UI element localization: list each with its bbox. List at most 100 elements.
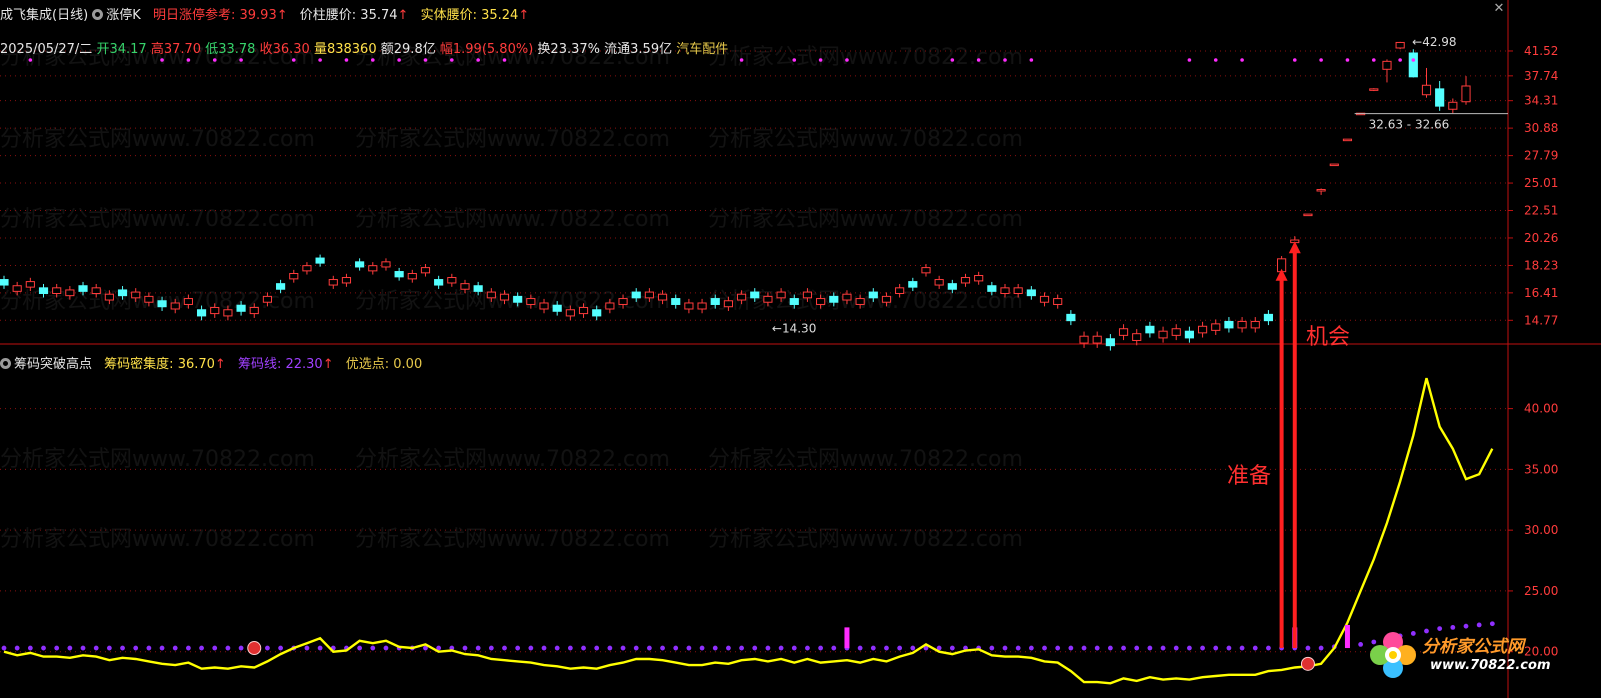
chip-line-dot — [989, 645, 995, 651]
site-logo: 分析家公式网 www.70822.com — [1366, 628, 1556, 688]
candle-body — [1237, 320, 1247, 329]
candle-body — [1369, 88, 1379, 91]
volume-label: 量 — [313, 42, 327, 57]
chip-line-dot — [80, 645, 86, 651]
candle-body — [315, 257, 325, 264]
chip-line-dot — [949, 645, 955, 651]
range-marker: 32.63 - 32.66 — [1369, 118, 1450, 132]
limit-up-dot — [976, 58, 981, 62]
candle-body — [816, 298, 826, 305]
limit-up-dot — [1411, 58, 1416, 62]
stock-title[interactable]: 成飞集成(日线) — [0, 8, 88, 23]
limit-up-dot — [450, 58, 454, 62]
candle-body — [1303, 213, 1313, 217]
body-waist-value: 35.24 — [481, 8, 519, 23]
chip-line-dot — [686, 645, 692, 651]
candle-body — [368, 265, 378, 272]
candle-body — [1421, 84, 1432, 96]
candle-body — [117, 289, 128, 297]
y-tick-label: 35.00 — [1524, 462, 1558, 476]
watermark-text: 分析家公式网www.70822.com — [0, 127, 315, 152]
chip-line-dot — [357, 645, 363, 651]
candle-body — [262, 295, 273, 303]
chip-line-dot — [1489, 621, 1495, 627]
chip-line-dot — [1160, 645, 1166, 651]
pick-label: 优选点: — [345, 357, 390, 372]
flower-logo-icon — [1370, 632, 1416, 678]
y-tick-label: 27.79 — [1524, 149, 1558, 163]
limit-up-dot — [1003, 58, 1007, 62]
candle-body — [144, 295, 154, 303]
candle-body — [578, 306, 589, 315]
chip-line-dot — [712, 645, 718, 651]
candle-body — [1000, 287, 1010, 294]
candle-body — [1158, 330, 1168, 339]
lower-panel-header: 筹码突破高点 筹码密集度: 36.70↑ 筹码线: 22.30↑ 优选点: 0.… — [0, 353, 422, 372]
candle-body — [605, 302, 615, 310]
candle-body — [1145, 325, 1155, 334]
chip-line-dot — [14, 645, 20, 651]
candle-body — [91, 287, 101, 294]
chip-line-dot — [41, 645, 46, 651]
candle-body — [526, 298, 536, 305]
chip-line-dot — [528, 645, 534, 651]
indicator-title[interactable]: 筹码突破高点 — [14, 357, 92, 372]
candle-body — [1316, 188, 1326, 192]
candle-body — [960, 277, 971, 284]
candle-body — [1263, 313, 1274, 322]
candle-body — [434, 279, 444, 286]
candle-body — [855, 298, 865, 305]
indicator-name[interactable]: 涨停K — [106, 8, 141, 23]
chip-line-dot — [1081, 645, 1087, 651]
candle-body — [0, 279, 9, 286]
chip-line-dot — [1173, 645, 1179, 651]
chip-line-dot — [27, 645, 33, 651]
close-icon[interactable]: ✕ — [1493, 2, 1505, 15]
candle-body — [987, 285, 997, 292]
float-value: 3.59亿 — [630, 42, 673, 57]
turnover-value: 23.37% — [550, 42, 600, 57]
candle-body — [947, 283, 957, 290]
watermark-text: 分析家公式网www.70822.com — [355, 127, 670, 152]
sector-name[interactable]: 汽车配件 — [676, 42, 728, 57]
chip-line-dot — [370, 645, 376, 651]
chip-line-dot — [304, 645, 310, 651]
candle-body — [407, 273, 417, 280]
chip-line-dot — [1187, 645, 1192, 651]
gear-icon[interactable] — [92, 9, 104, 20]
candle-body — [750, 291, 760, 299]
volume-value: 838360 — [326, 42, 377, 57]
candle-body — [921, 267, 931, 274]
watermark-text: 分析家公式网www.70822.com — [708, 45, 1023, 70]
candle-body — [974, 275, 984, 282]
limit-up-dot — [186, 58, 191, 62]
waist-value: 35.74 — [360, 8, 398, 23]
limit-up-dot — [318, 58, 322, 62]
watermark-text: 分析家公式网www.70822.com — [0, 527, 315, 552]
candle-body — [737, 293, 747, 301]
candle-body — [1461, 85, 1471, 103]
change-label: 幅 — [439, 42, 453, 57]
limit-up-dot — [792, 58, 797, 62]
candle-body — [341, 277, 352, 284]
gear-icon[interactable] — [0, 358, 11, 369]
chip-line-dot — [594, 645, 600, 651]
limit-up-dot — [344, 58, 349, 62]
candle-body — [697, 302, 707, 310]
chip-line-dot — [515, 645, 521, 651]
float-label: 流通 — [604, 42, 631, 57]
candle-body — [131, 291, 141, 299]
chip-line-dot — [726, 645, 731, 651]
candle-body — [12, 285, 22, 292]
candle-body — [881, 295, 892, 303]
limit-up-dot — [291, 58, 296, 62]
candle-body — [644, 291, 654, 299]
candle-body — [420, 267, 431, 274]
chip-line-dot — [752, 645, 758, 651]
high-value: 37.70 — [163, 42, 202, 57]
chip-line-dot — [857, 645, 863, 651]
candle-body — [829, 295, 839, 303]
low-marker: ←14.30 — [772, 322, 816, 336]
limit-up-dot — [1398, 58, 1402, 62]
candle-body — [328, 279, 338, 286]
